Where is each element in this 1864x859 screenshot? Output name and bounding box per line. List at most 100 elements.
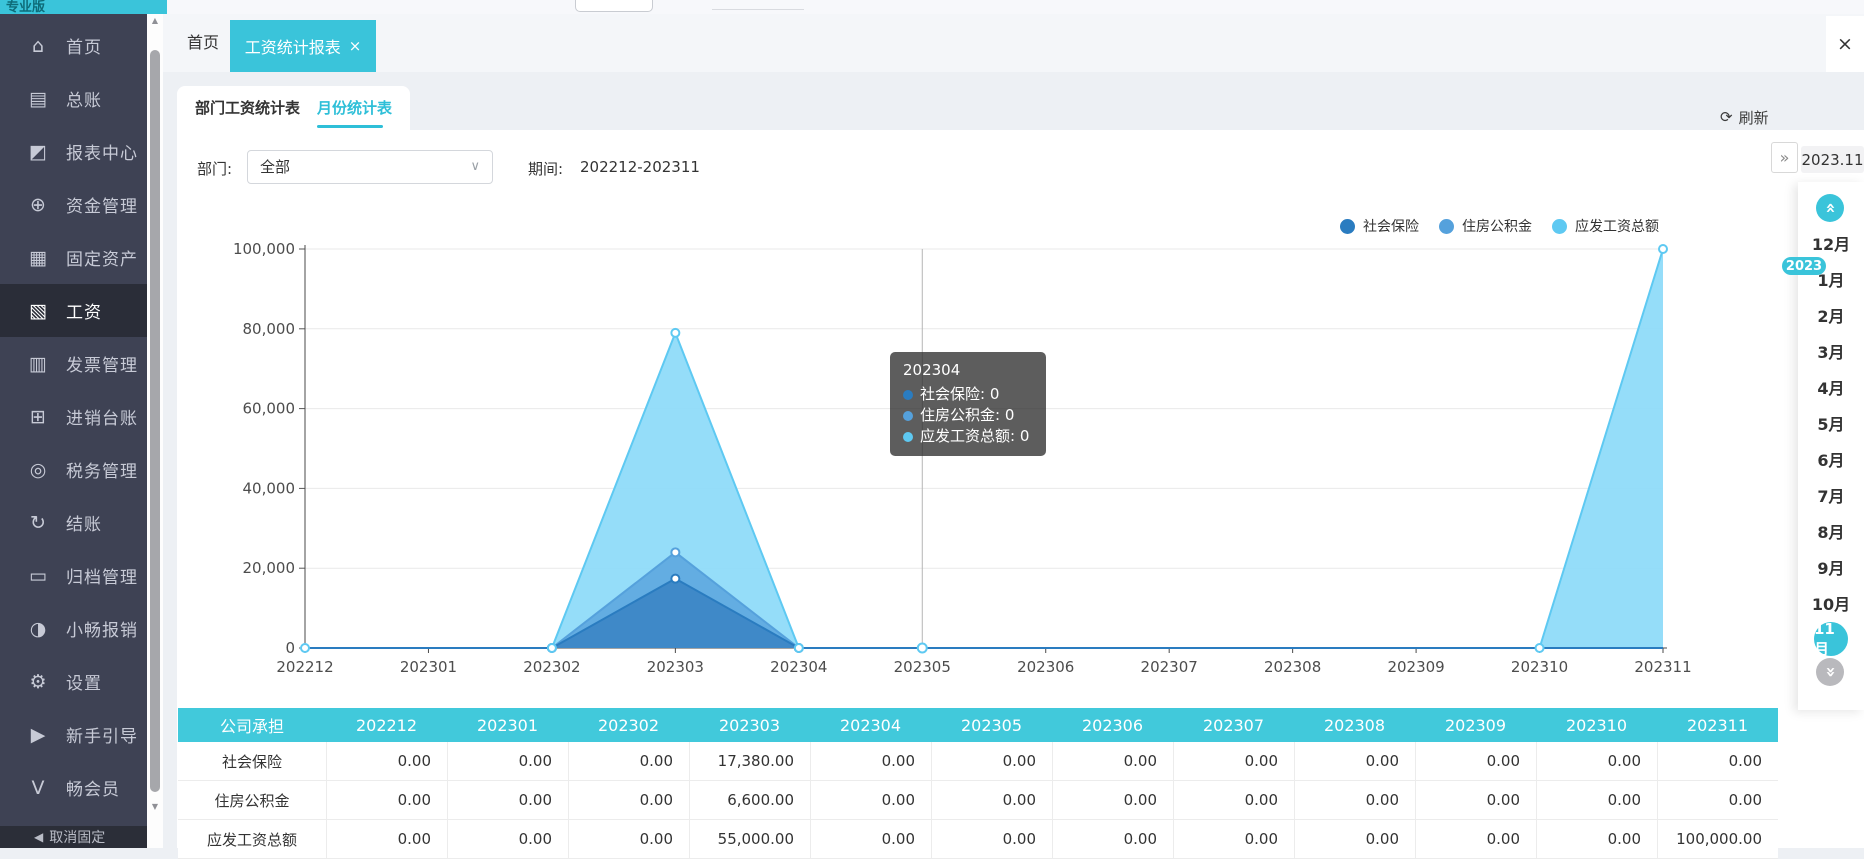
sidebar-item-membership[interactable]: Ⅴ畅会员: [0, 761, 147, 814]
refresh-button[interactable]: ⟳ 刷新: [1720, 104, 1804, 130]
month-item-6月[interactable]: 6月: [1798, 441, 1864, 477]
sidebar-item-home[interactable]: ⌂首页: [0, 19, 147, 72]
sidebar-item-tax[interactable]: ◎ 税务管理: [0, 443, 147, 496]
double-chevron-up-icon: «: [1820, 203, 1840, 214]
tooltip-title: 202304: [903, 361, 1033, 379]
period-filter-value: 202212-202311: [580, 158, 700, 176]
department-select-value: 全部: [260, 158, 290, 176]
sidebar-item-label: 总账: [66, 86, 102, 111]
legend-dot-icon: [1340, 219, 1355, 234]
sidebar-item-ledger[interactable]: ▤总账: [0, 72, 147, 125]
scrollbar-thumb[interactable]: [150, 50, 160, 792]
tooltip-row: 应发工资总额: 0: [903, 426, 1033, 447]
subtab-department-salary[interactable]: 部门工资统计表: [195, 86, 300, 130]
table-cell: 0.00: [1415, 742, 1536, 780]
sidebar-item-funds[interactable]: ⊕资金管理: [0, 178, 147, 231]
table-cell: 0.00: [1052, 820, 1173, 858]
scrollbar-down-arrow-icon[interactable]: ▼: [147, 800, 163, 814]
guide-icon: ▶: [26, 724, 50, 746]
sidebar-item-settings[interactable]: ⚙ 设置: [0, 655, 147, 708]
double-chevron-right-icon: »: [1780, 148, 1790, 167]
topbar-partial-divider: [712, 9, 804, 10]
sidebar-unpin-button[interactable]: ◀ 取消固定: [0, 826, 147, 848]
unpin-icon: ◀: [34, 830, 43, 844]
month-item-11月[interactable]: 11月: [1798, 621, 1864, 657]
table-cell: 0.00: [1294, 742, 1415, 780]
topbar-partial-button[interactable]: [575, 0, 653, 12]
department-select[interactable]: 全部 ∨: [247, 150, 493, 184]
legend-item[interactable]: 社会保险: [1340, 216, 1419, 236]
tooltip-series-value: 住房公积金: 0: [920, 405, 1014, 426]
sidebar-item-label: 工资: [66, 298, 102, 323]
table-cell: 0.00: [447, 742, 568, 780]
reports-icon: ◩: [26, 141, 50, 163]
table-cell: 0.00: [568, 781, 689, 819]
sidebar-item-label: 设置: [66, 669, 102, 694]
invoice-icon: ▥: [26, 353, 50, 375]
tooltip-series-dot-icon: [903, 432, 913, 442]
tab-home[interactable]: 首页: [187, 14, 219, 72]
tax-icon: ◎: [26, 459, 50, 481]
table-header-cell: 202303: [689, 708, 810, 742]
table-cell: 6,600.00: [689, 781, 810, 819]
table-row-label: 社会保险: [178, 742, 326, 780]
legend-item[interactable]: 应发工资总额: [1552, 216, 1659, 236]
table-cell: 55,000.00: [689, 820, 810, 858]
department-filter-label: 部门:: [197, 158, 232, 179]
month-item-2月[interactable]: 2月: [1798, 297, 1864, 333]
purchase-sales-icon: ⊞: [26, 406, 50, 428]
legend-label: 应发工资总额: [1575, 216, 1659, 236]
table-header-cell: 202310: [1536, 708, 1657, 742]
sidebar-item-reports[interactable]: ◩ 报表中心: [0, 125, 147, 178]
tab-close-icon[interactable]: ×: [349, 37, 362, 55]
panel-close-button[interactable]: ×: [1826, 16, 1864, 72]
sidebar-item-guide[interactable]: ▶新手引导: [0, 708, 147, 761]
table-cell: 0.00: [1173, 742, 1294, 780]
table-cell: 0.00: [1657, 781, 1778, 819]
home-icon: ⌂: [26, 35, 50, 57]
scrollbar-up-arrow-icon[interactable]: ▲: [147, 14, 163, 28]
sidebar-item-label: 小畅报销: [66, 616, 138, 641]
month-item-10月[interactable]: 10月: [1798, 585, 1864, 621]
sidebar-item-purchase-sales[interactable]: ⊞进销台账: [0, 390, 147, 443]
legend-item[interactable]: 住房公积金: [1439, 216, 1532, 236]
month-item-7月[interactable]: 7月: [1798, 477, 1864, 513]
table-cell: 0.00: [810, 820, 931, 858]
table-row: 应发工资总额0.000.000.0055,000.000.000.000.000…: [178, 820, 1778, 859]
tab-salary-report-label: 工资统计报表: [245, 34, 341, 58]
table-header-cell: 202301: [447, 708, 568, 742]
table-cell: 0.00: [1657, 742, 1778, 780]
sidebar-item-fixed-assets[interactable]: ▦固定资产: [0, 231, 147, 284]
month-item-4月[interactable]: 4月: [1798, 369, 1864, 405]
table-cell: 0.00: [1536, 742, 1657, 780]
close-icon: ×: [1837, 33, 1853, 55]
table-row: 住房公积金0.000.000.006,600.000.000.000.000.0…: [178, 781, 1778, 820]
month-item-3月[interactable]: 3月: [1798, 333, 1864, 369]
table-cell: 0.00: [568, 820, 689, 858]
month-item-8月[interactable]: 8月: [1798, 513, 1864, 549]
month-scroll-up-button[interactable]: «: [1816, 194, 1844, 222]
tab-salary-report[interactable]: 工资统计报表 ×: [230, 20, 376, 72]
subtab-monthly-stats[interactable]: 月份统计表: [317, 86, 392, 130]
sidebar-item-label: 报表中心: [66, 139, 138, 164]
sidebar-item-invoice[interactable]: ▥发票管理: [0, 337, 147, 390]
sidebar-item-salary[interactable]: ▧工资: [0, 284, 147, 337]
table-cell: 0.00: [1415, 820, 1536, 858]
sidebar-scrollbar[interactable]: ▲ ▼: [147, 14, 163, 848]
table-header-cell: 202212: [326, 708, 447, 742]
panel-collapse-button[interactable]: »: [1771, 142, 1798, 173]
settings-icon: ⚙: [26, 671, 50, 693]
sidebar-item-archive[interactable]: ▭归档管理: [0, 549, 147, 602]
month-item-5月[interactable]: 5月: [1798, 405, 1864, 441]
month-scroll-down-button[interactable]: «: [1816, 658, 1844, 686]
sidebar-item-label: 资金管理: [66, 192, 138, 217]
chevron-down-icon: ∨: [470, 151, 480, 183]
sidebar-item-closing[interactable]: ↻结账: [0, 496, 147, 549]
table-cell: 0.00: [568, 742, 689, 780]
sidebar-item-label: 税务管理: [66, 457, 138, 482]
unpin-label: 取消固定: [49, 827, 105, 847]
table-header-cell: 202306: [1052, 708, 1173, 742]
month-item-9月[interactable]: 9月: [1798, 549, 1864, 585]
month-item-12月[interactable]: 12月: [1798, 225, 1864, 261]
sidebar-item-reimburse[interactable]: ◑小畅报销: [0, 602, 147, 655]
